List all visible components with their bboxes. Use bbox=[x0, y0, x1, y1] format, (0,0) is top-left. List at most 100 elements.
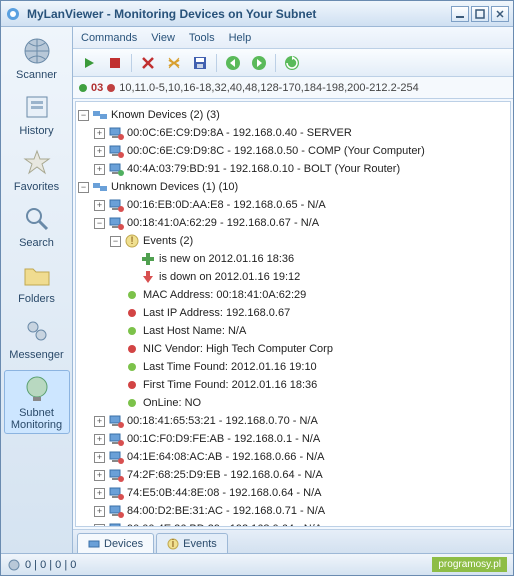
tree-toggle[interactable]: + bbox=[94, 434, 105, 445]
menu-view[interactable]: View bbox=[151, 32, 175, 44]
bottom-tabs: Devices i Events bbox=[73, 529, 513, 553]
row-text: is down on 2012.01.16 19:12 bbox=[159, 271, 300, 283]
tree-device-unknown[interactable]: +00:1C:F0:D9:FE:AB - 192.168.0.1 - N/A bbox=[78, 430, 508, 448]
tree-toggle[interactable]: + bbox=[94, 524, 105, 528]
tree-property[interactable]: Last IP Address: 192.168.0.67 bbox=[78, 304, 508, 322]
statusbar: 0 | 0 | 0 | 0 programosy.pl bbox=[1, 553, 513, 575]
sidebar-item-messenger[interactable]: Messenger bbox=[4, 313, 70, 363]
forward-button[interactable] bbox=[249, 53, 269, 73]
close-button[interactable] bbox=[491, 6, 509, 22]
tree-device-unknown[interactable]: +90:00:4E:26:BD:39 - 192.168.0.64 - N/A bbox=[78, 520, 508, 527]
sidebar-label: Folders bbox=[18, 293, 55, 305]
sidebar-label: Scanner bbox=[16, 69, 57, 81]
status-dot-green bbox=[79, 84, 87, 92]
tree-toggle[interactable]: + bbox=[94, 452, 105, 463]
stop-button[interactable] bbox=[105, 53, 125, 73]
row-icon bbox=[108, 467, 124, 483]
row-icon bbox=[92, 107, 108, 123]
tree-device-known[interactable]: +00:0C:6E:C9:D9:8C - 192.168.0.50 - COMP… bbox=[78, 142, 508, 160]
device-tree[interactable]: − Known Devices (2) (3) +00:0C:6E:C9:D9:8A… bbox=[75, 101, 511, 527]
tab-label: Devices bbox=[104, 538, 143, 550]
tree-property[interactable]: First Time Found: 2012.01.16 18:36 bbox=[78, 376, 508, 394]
row-text: 84:00:D2:BE:31:AC - 192.168.0.71 - N/A bbox=[127, 505, 325, 517]
tree-property[interactable]: Last Host Name: N/A bbox=[78, 322, 508, 340]
tree-group-unknown[interactable]: − Unknown Devices (1) (10) bbox=[78, 178, 508, 196]
status-dot-red bbox=[107, 84, 115, 92]
tree-device-unknown[interactable]: +04:1E:64:08:AC:AB - 192.168.0.66 - N/A bbox=[78, 448, 508, 466]
back-button[interactable] bbox=[223, 53, 243, 73]
minimize-button[interactable] bbox=[451, 6, 469, 22]
search-icon bbox=[21, 203, 53, 235]
row-text: 74:2F:68:25:D9:EB - 192.168.0.64 - N/A bbox=[127, 469, 323, 481]
separator bbox=[131, 54, 132, 72]
row-text: Unknown Devices (1) (10) bbox=[111, 181, 238, 193]
row-icon bbox=[108, 143, 124, 159]
tree-event[interactable]: is down on 2012.01.16 19:12 bbox=[78, 268, 508, 286]
sidebar-item-history[interactable]: History bbox=[4, 89, 70, 139]
tree-device-unknown[interactable]: +00:16:EB:0D:AA:E8 - 192.168.0.65 - N/A bbox=[78, 196, 508, 214]
row-text: 00:16:EB:0D:AA:E8 - 192.168.0.65 - N/A bbox=[127, 199, 326, 211]
row-text: NIC Vendor: High Tech Computer Corp bbox=[143, 343, 333, 355]
tree-toggle[interactable]: + bbox=[94, 164, 105, 175]
row-icon bbox=[124, 323, 140, 339]
row-text: Known Devices (2) (3) bbox=[111, 109, 220, 121]
tree-toggle[interactable]: + bbox=[94, 200, 105, 211]
menu-help[interactable]: Help bbox=[229, 32, 252, 44]
maximize-button[interactable] bbox=[471, 6, 489, 22]
row-text: 04:1E:64:08:AC:AB - 192.168.0.66 - N/A bbox=[127, 451, 325, 463]
tree-toggle[interactable]: + bbox=[94, 128, 105, 139]
tree-toggle[interactable]: + bbox=[94, 506, 105, 517]
tree-device-known[interactable]: +40:4A:03:79:BD:91 - 192.168.0.10 - BOLT… bbox=[78, 160, 508, 178]
sidebar-item-search[interactable]: Search bbox=[4, 201, 70, 251]
tree-device-unknown[interactable]: +74:E5:0B:44:8E:08 - 192.168.0.64 - N/A bbox=[78, 484, 508, 502]
tree-device-selected[interactable]: −00:18:41:0A:62:29 - 192.168.0.67 - N/A bbox=[78, 214, 508, 232]
tree-device-unknown[interactable]: +74:2F:68:25:D9:EB - 192.168.0.64 - N/A bbox=[78, 466, 508, 484]
save-button[interactable] bbox=[190, 53, 210, 73]
menu-commands[interactable]: Commands bbox=[81, 32, 137, 44]
tree-device-known[interactable]: +00:0C:6E:C9:D9:8A - 192.168.0.40 - SERV… bbox=[78, 124, 508, 142]
tree-toggle[interactable]: − bbox=[110, 236, 121, 247]
tree-toggle[interactable]: + bbox=[94, 488, 105, 499]
tab-events[interactable]: i Events bbox=[156, 533, 228, 553]
tree-group-known[interactable]: − Known Devices (2) (3) bbox=[78, 106, 508, 124]
monitor-icon bbox=[21, 373, 53, 405]
tree-device-unknown[interactable]: +84:00:D2:BE:31:AC - 192.168.0.71 - N/A bbox=[78, 502, 508, 520]
sidebar-item-subnet-monitoring[interactable]: Subnet Monitoring bbox=[4, 370, 70, 434]
row-icon bbox=[124, 359, 140, 375]
tree-toggle[interactable]: − bbox=[94, 218, 105, 229]
row-icon bbox=[108, 413, 124, 429]
sidebar-item-scanner[interactable]: Scanner bbox=[4, 33, 70, 83]
tree-toggle[interactable]: + bbox=[94, 146, 105, 157]
tree-property[interactable]: OnLine: NO bbox=[78, 394, 508, 412]
refresh-button[interactable] bbox=[282, 53, 302, 73]
separator bbox=[216, 54, 217, 72]
sidebar-item-folders[interactable]: Folders bbox=[4, 257, 70, 307]
tree-toggle[interactable]: + bbox=[94, 470, 105, 481]
tree-property[interactable]: Last Time Found: 2012.01.16 19:10 bbox=[78, 358, 508, 376]
tree-device-unknown[interactable]: +00:18:41:65:53:21 - 192.168.0.70 - N/A bbox=[78, 412, 508, 430]
sidebar-label: Search bbox=[19, 237, 54, 249]
devices-icon bbox=[88, 538, 100, 550]
tree-events-group[interactable]: −!Events (2) bbox=[78, 232, 508, 250]
tab-devices[interactable]: Devices bbox=[77, 533, 154, 553]
menu-tools[interactable]: Tools bbox=[189, 32, 215, 44]
sidebar-label: Favorites bbox=[14, 181, 59, 193]
row-text: Last IP Address: 192.168.0.67 bbox=[143, 307, 290, 319]
row-icon bbox=[108, 503, 124, 519]
tree-toggle[interactable]: − bbox=[78, 110, 89, 121]
row-text: First Time Found: 2012.01.16 18:36 bbox=[143, 379, 317, 391]
tree-property[interactable]: NIC Vendor: High Tech Computer Corp bbox=[78, 340, 508, 358]
sidebar-item-favorites[interactable]: Favorites bbox=[4, 145, 70, 195]
iprange-prefix: 03 bbox=[91, 82, 103, 94]
row-text: 00:0C:6E:C9:D9:8C - 192.168.0.50 - COMP … bbox=[127, 145, 425, 157]
tree-event[interactable]: is new on 2012.01.16 18:36 bbox=[78, 250, 508, 268]
delete-button[interactable] bbox=[138, 53, 158, 73]
tree-toggle[interactable]: − bbox=[78, 182, 89, 193]
start-button[interactable] bbox=[79, 53, 99, 73]
menubar: Commands View Tools Help bbox=[73, 27, 513, 49]
tree-property[interactable]: MAC Address: 00:18:41:0A:62:29 bbox=[78, 286, 508, 304]
sidebar: Scanner History Favorites Search Folders… bbox=[1, 27, 73, 553]
tree-toggle[interactable]: + bbox=[94, 416, 105, 427]
clear-button[interactable] bbox=[164, 53, 184, 73]
star-icon bbox=[21, 147, 53, 179]
